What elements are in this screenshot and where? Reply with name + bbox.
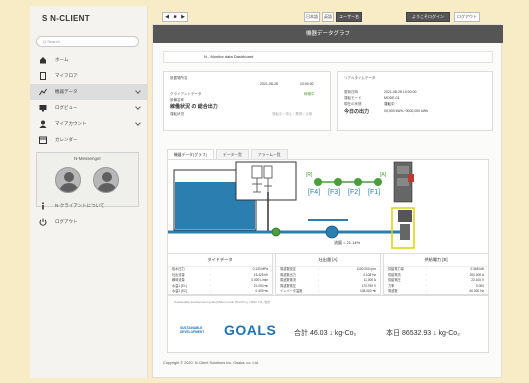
sidebar-item-home[interactable]: ホーム [30,52,148,68]
user-icon [39,120,47,128]
tag-left-label: [R] [306,172,313,178]
info-title: リアルタイムデータ [344,76,376,80]
info-icon [39,202,47,210]
info-value: MODE-01 [384,96,400,100]
stop-icon[interactable]: ■ [171,13,179,21]
forward-icon[interactable]: ▶ [179,13,187,21]
sidebar-item-about[interactable]: N-クライアントについて [30,198,148,214]
sdg-note: Sustainable development goals(SDGs) resu… [174,300,271,304]
user-name-button[interactable]: ユーザー名 [336,12,362,22]
messenger-title: N-Messenger [73,156,101,161]
welcome-button[interactable]: ようこそログイン [406,12,450,22]
info-value: 00,000 kWh / 0000,000 kWh [384,109,429,113]
home-icon [39,56,47,64]
motor-icon [393,161,414,240]
sidebar-bottom-nav: N-クライアントについて ログアウト [30,198,148,230]
sidebar-item-label: 機器データ [55,89,78,94]
copyright: Copyright © 2020. N-Client Solutions Inc… [163,361,259,365]
pump-label: [F3] [328,189,340,196]
device-name: 稼働状況 の 総合出力 [170,104,218,110]
co2-today: 本日 86532.93 ↓ kg-Co₂ [386,330,460,337]
info-value: 2021-08-28 10:00:00 [384,90,417,94]
chevron-down-icon [135,88,141,94]
realtime-info-box: リアルタイムデータ 更新日時 2021-08-28 10:00:00 運転モード… [337,71,493,131]
sidebar-item-myfloor[interactable]: マイフロア [30,68,148,84]
avatar[interactable] [55,167,81,193]
sidebar-item-label: ログビュー [55,105,78,110]
tablet-icon [39,72,47,80]
pump-system-diagram: [R] [A] [F4] [F3] [F2] [F1] 流量 = 21.14% [167,159,489,254]
sidebar-item-label: マイフロア [55,73,78,78]
lang-jp-button[interactable]: 日本語 [304,12,320,22]
power-supply-panel: 供給電力 [B] 供給電力量:0.365 kW 供給電流:200.000 A 供… [383,253,489,295]
tab-alarm-list[interactable]: アラーム一覧 [250,149,288,159]
page-title: 機器データグラフ [153,25,503,43]
calendar-icon [39,136,47,144]
chevron-down-icon [135,120,141,126]
graph-icon [39,88,47,96]
info-value: 運転中 [384,102,395,106]
info-label: 設置場所名 [170,76,188,80]
info-label: 更新日時 [344,90,358,94]
panel-title: 供給電力 [B] [384,254,488,267]
tab-bar: 機器データ(グラフ) データ一覧 アラーム一覧 [167,149,290,159]
top-bar: ◀ ■ ▶ 日本語 英語 ユーザー名 ようこそログイン ログアウト [152,10,502,24]
tab-data-list[interactable]: データ一覧 [215,149,249,159]
info-label: 運転状況 [170,112,184,116]
info-date: 2021-08-28 [260,82,278,86]
tag-right-label: [A] [380,172,387,178]
sidebar-item-label: ホーム [55,57,69,62]
tide-data-panel: タイドデータ 吸水圧力:0.133 MPa 吐出流量:15.425 t/h 瞬時… [167,253,273,295]
info-time: 10:00:00 [300,82,314,86]
info-label: 現在の状態 [344,102,362,106]
pump-label: [F2] [348,189,360,196]
flow-rate-label: 流量 = 21.14% [334,239,361,245]
monitor-icon [39,104,47,112]
sidebar-item-device-data[interactable]: 機器データ [30,84,148,100]
device-info-box: 設置場所名 2021-08-28 10:00:00 クライアントデータ 稼働中 … [163,71,331,131]
sdg-panel: Sustainable development goals(SDGs) resu… [167,295,489,353]
sidebar: S N-CLIENT Q Search ホーム マイフロア 機器データ ログビュ… [30,6,148,378]
tab-graph[interactable]: 機器データ(グラフ) [167,149,214,159]
pump-label: [F4] [308,189,320,196]
sidebar-item-logout[interactable]: ログアウト [30,214,148,230]
logout-button[interactable]: ログアウト [454,12,480,22]
info-label: 運転モード [344,96,362,100]
nav-button-group: ◀ ■ ▶ [162,12,188,22]
sidebar-item-label: マイアカウント [55,121,87,126]
pump-house [235,161,297,201]
back-icon[interactable]: ◀ [163,13,171,21]
lang-en-button[interactable]: 英語 [322,12,334,22]
sdg-goals-logo: GOALS [224,322,277,338]
avatar[interactable] [93,167,119,193]
power-icon [39,218,47,226]
sidebar-item-logview[interactable]: ログビュー [30,100,148,116]
sidebar-item-account[interactable]: マイアカウント [30,116,148,132]
info-value: 運転中 / 停止 / 異常 / 点検 [272,112,313,116]
main-panel: 機器データグラフ N - Monitor data Dashboard 設置場所… [152,24,503,378]
search-input[interactable]: Q Search [36,36,139,47]
app-logo: S N-CLIENT [42,14,90,23]
discharge-panel: 吐出量 [A] 周波数設定:1100.000 rpm 周波数出力:0.108 H… [275,253,381,295]
panel-title: 吐出量 [A] [276,254,380,267]
info-label: クライアントデータ [170,92,202,96]
pump-label: [F1] [368,189,380,196]
sidebar-item-label: ログアウト [55,219,78,224]
sidebar-nav: ホーム マイフロア 機器データ ログビュー マイアカウント カレンダー [30,52,148,148]
co2-total: 合計 46.03 ↓ kg-Co₂ [294,330,357,337]
breadcrumb: N - Monitor data Dashboard [163,51,493,63]
diagram-svg: [R] [A] [F4] [F3] [F2] [F1] 流量 = 21.14% [168,161,415,249]
sidebar-item-label: N-クライアントについて [55,203,105,208]
status-badge: 稼働中 [304,92,315,96]
sdg-logo-text: SUSTAINABLE DEVELOPMENT [180,326,205,334]
panel-title: タイドデータ [168,254,272,267]
sidebar-item-calendar[interactable]: カレンダー [30,132,148,148]
info-label: 今日の出力 [344,109,370,115]
sidebar-item-label: カレンダー [55,137,78,142]
data-panels: タイドデータ 吸水圧力:0.133 MPa 吐出流量:15.425 t/h 瞬時… [167,253,489,295]
chevron-down-icon [135,104,141,110]
